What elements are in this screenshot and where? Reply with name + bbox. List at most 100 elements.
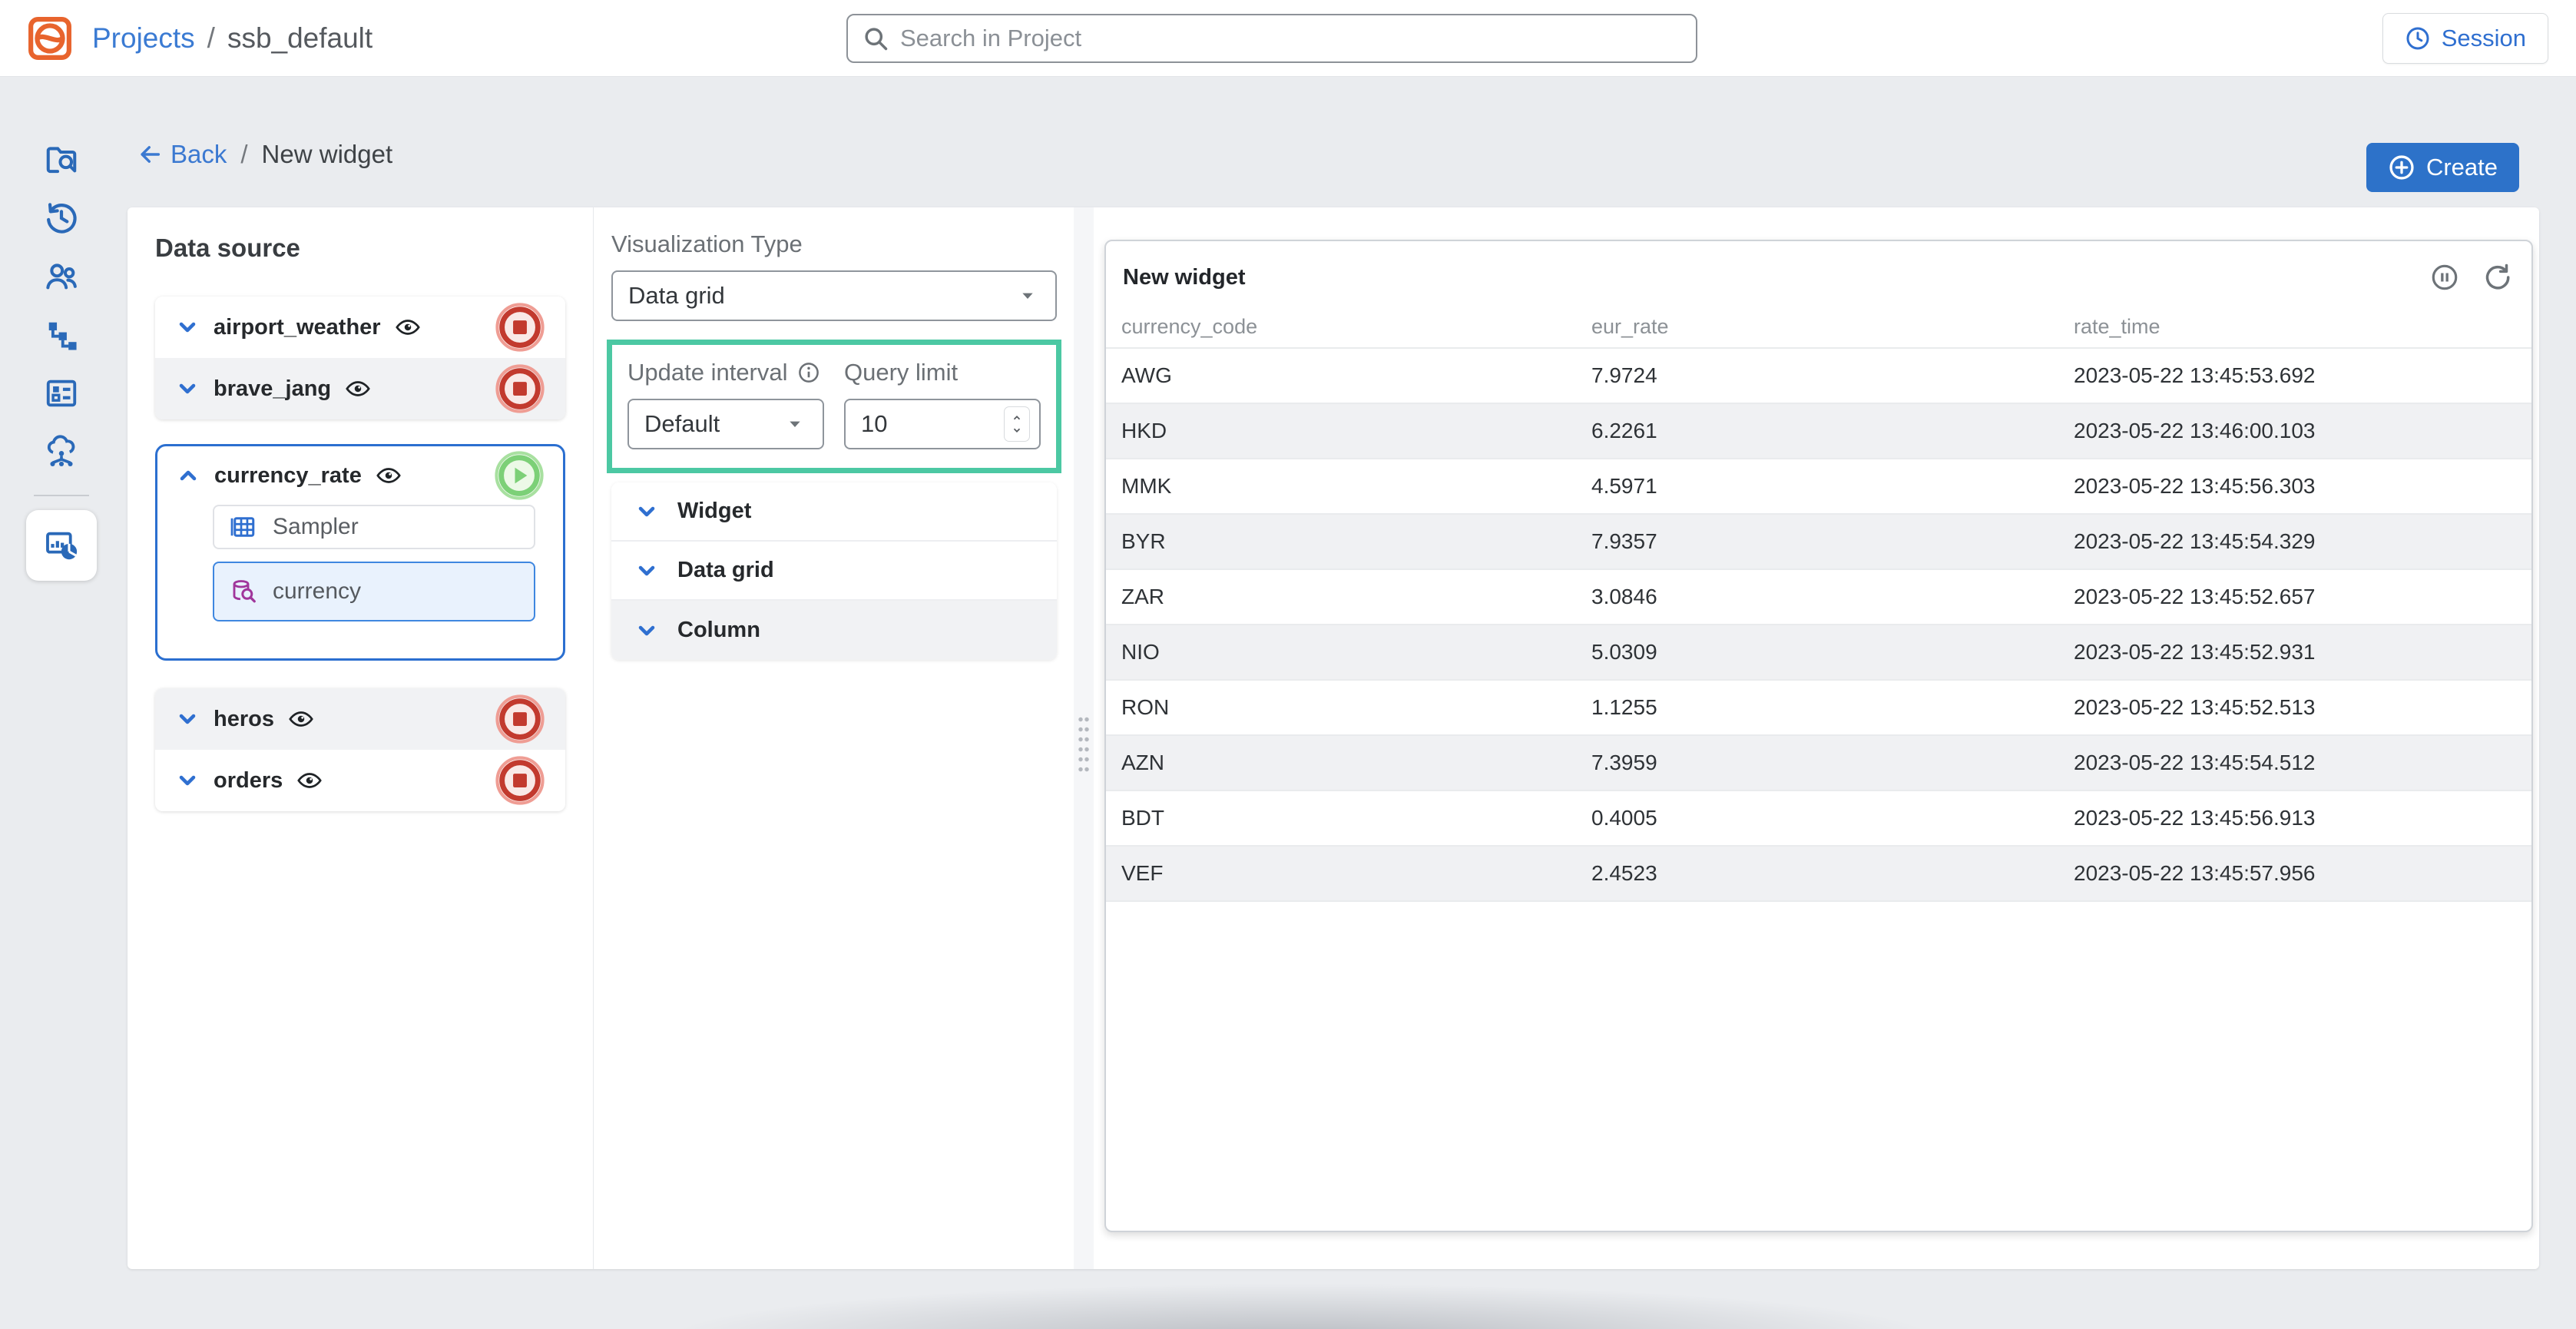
rail-divider (34, 495, 89, 496)
tables-icon[interactable] (26, 364, 97, 423)
query-limit-input[interactable] (861, 410, 953, 438)
create-button[interactable]: Create (2366, 143, 2519, 192)
chevron-down-icon[interactable] (175, 376, 200, 401)
chevron-down-icon (634, 618, 659, 643)
annotation-highlight: Update interval Default Query limit (607, 340, 1061, 473)
job-child-currency[interactable]: currency (213, 562, 535, 621)
job-row-brave-jang[interactable]: brave_jang (155, 358, 565, 419)
refresh-icon[interactable] (2482, 263, 2511, 292)
stop-icon (495, 755, 545, 806)
panel-splitter[interactable] (1074, 207, 1094, 1269)
users-icon[interactable] (26, 247, 97, 306)
stepper-up-icon[interactable] (1009, 413, 1025, 423)
visualization-type-select[interactable]: Data grid (611, 270, 1057, 321)
update-interval-select[interactable]: Default (627, 399, 824, 449)
chevron-down-icon[interactable] (175, 315, 200, 340)
stop-icon (495, 302, 545, 353)
query-limit-label: Query limit (844, 359, 1041, 386)
splitter-grip-icon[interactable] (1078, 714, 1090, 773)
table-cell: 0.4005 (1591, 806, 2074, 830)
update-interval-label: Update interval (627, 359, 788, 386)
table-cell: 2023-05-22 13:46:00.103 (2074, 419, 2516, 443)
config-accordion: Widget Data grid Column (611, 482, 1057, 660)
eye-icon[interactable] (395, 314, 421, 340)
accordion-section-widget[interactable]: Widget (611, 482, 1057, 542)
table-row: VEF2.45232023-05-22 13:45:57.956 (1106, 847, 2531, 902)
job-row-currency-rate[interactable]: currency_rate (157, 446, 563, 505)
table-cell: 2023-05-22 13:45:52.657 (2074, 585, 2516, 609)
stop-icon (495, 694, 545, 744)
eye-icon[interactable] (288, 706, 314, 732)
clock-icon (2405, 25, 2431, 51)
data-sources-icon[interactable] (26, 423, 97, 481)
stop-job-button[interactable] (495, 363, 545, 414)
table-cell: 3.0846 (1591, 585, 2074, 609)
stop-job-button[interactable] (495, 694, 545, 744)
job-row-orders[interactable]: orders (155, 750, 565, 811)
eye-icon[interactable] (296, 767, 323, 794)
table-cell: 2023-05-22 13:45:52.513 (2074, 695, 2516, 720)
project-search (846, 14, 1697, 63)
stop-icon (495, 363, 545, 414)
table-cell: 2023-05-22 13:45:54.512 (2074, 751, 2516, 775)
chevron-down-icon (634, 558, 659, 583)
table-cell: 2023-05-22 13:45:56.303 (2074, 474, 2516, 499)
job-name: orders (214, 768, 283, 794)
stepper-down-icon[interactable] (1009, 425, 1025, 436)
session-button[interactable]: Session (2382, 13, 2548, 64)
search-input[interactable] (900, 25, 1682, 52)
table-cell: VEF (1121, 861, 1591, 886)
job-row-airport-weather[interactable]: airport_weather (155, 297, 565, 358)
table-cell: 2023-05-22 13:45:56.913 (2074, 806, 2516, 830)
back-link[interactable]: Back (137, 140, 227, 169)
breadcrumb-projects-link[interactable]: Projects (92, 22, 195, 55)
chevron-down-icon[interactable] (175, 707, 200, 731)
number-stepper[interactable] (1004, 406, 1030, 442)
app-header: Projects / ssb_default Session (0, 0, 2576, 77)
subnav-separator: / (240, 140, 247, 169)
explorer-icon[interactable] (26, 131, 97, 189)
query-limit-field (844, 399, 1041, 449)
job-child-sampler[interactable]: Sampler (213, 505, 535, 549)
column-header-currency-code: currency_code (1121, 315, 1591, 339)
create-button-label: Create (2426, 154, 2498, 181)
accordion-section-data-grid[interactable]: Data grid (611, 542, 1057, 601)
job-row-heros[interactable]: heros (155, 688, 565, 750)
table-cell: 1.1255 (1591, 695, 2074, 720)
table-cell: BYR (1121, 529, 1591, 554)
table-cell: 2023-05-22 13:45:52.931 (2074, 640, 2516, 664)
accordion-section-column[interactable]: Column (611, 601, 1057, 660)
table-header-row: currency_code eur_rate rate_time (1106, 306, 2531, 349)
eye-icon[interactable] (376, 462, 402, 489)
chevron-down-icon[interactable] (175, 768, 200, 793)
chevron-up-icon[interactable] (176, 463, 200, 488)
table-icon (230, 513, 257, 541)
run-job-button[interactable] (494, 450, 545, 501)
table-cell: 7.9724 (1591, 363, 2074, 388)
pause-circle-icon[interactable] (2430, 263, 2459, 292)
table-cell: 7.3959 (1591, 751, 2074, 775)
update-interval-value: Default (644, 410, 720, 438)
table-cell: 7.9357 (1591, 529, 2074, 554)
table-cell: 2023-05-22 13:45:57.956 (2074, 861, 2516, 886)
job-name: brave_jang (214, 376, 331, 402)
table-cell: HKD (1121, 419, 1591, 443)
stop-job-button[interactable] (495, 755, 545, 806)
table-row: AWG7.97242023-05-22 13:45:53.692 (1106, 349, 2531, 404)
table-row: MMK4.59712023-05-22 13:45:56.303 (1106, 459, 2531, 515)
history-icon[interactable] (26, 189, 97, 247)
flow-icon[interactable] (26, 306, 97, 364)
info-icon[interactable] (797, 361, 820, 384)
widget-config-panel: Visualization Type Data grid Update inte… (594, 207, 1074, 1269)
stop-job-button[interactable] (495, 302, 545, 353)
session-button-label: Session (2442, 25, 2526, 52)
monitoring-icon[interactable] (26, 510, 97, 581)
eye-icon[interactable] (345, 376, 371, 402)
job-group-card: airport_weather brave_jang (155, 297, 565, 419)
table-cell: NIO (1121, 640, 1591, 664)
job-child-label: Sampler (273, 514, 359, 540)
table-row: ZAR3.08462023-05-22 13:45:52.657 (1106, 570, 2531, 625)
table-cell: 2023-05-22 13:45:54.329 (2074, 529, 2516, 554)
app-logo-icon[interactable] (28, 16, 72, 61)
preview-title: New widget (1123, 265, 1246, 290)
